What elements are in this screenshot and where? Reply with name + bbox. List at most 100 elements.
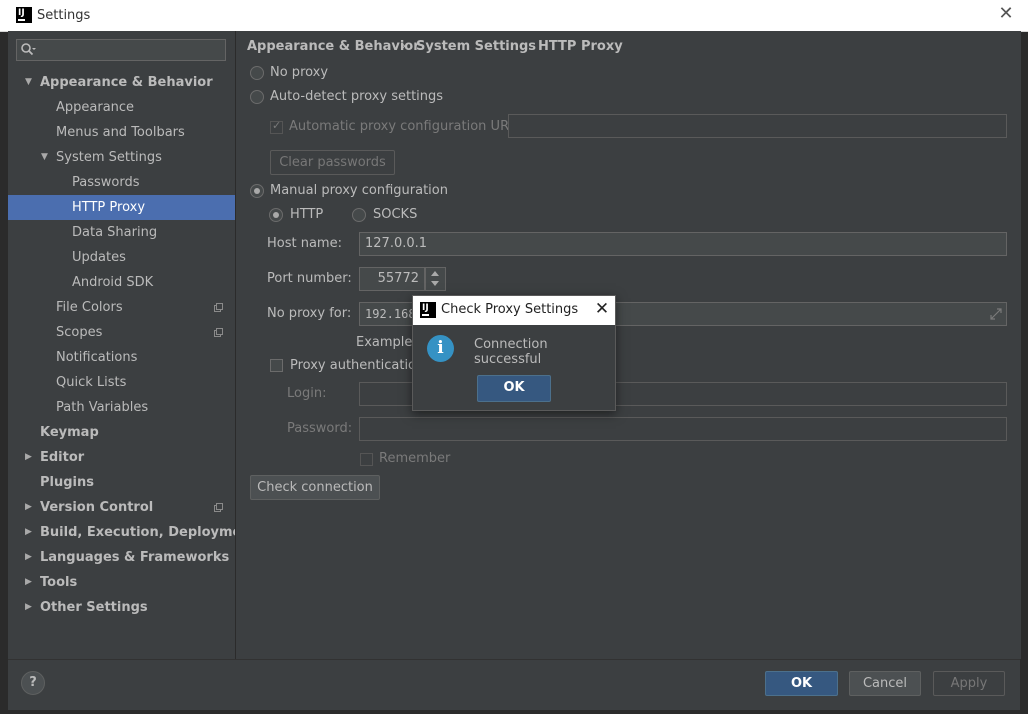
settings-content-panel: Appearance & Behavior › System Settings …: [235, 31, 1021, 659]
sidebar-item-quick-lists[interactable]: Quick Lists: [8, 370, 235, 395]
apply-button[interactable]: Apply: [933, 671, 1005, 696]
breadcrumb-appearance[interactable]: Appearance & Behavior: [247, 39, 420, 54]
sidebar-item-path-variables[interactable]: Path Variables: [8, 395, 235, 420]
http-label: HTTP: [290, 207, 324, 222]
sidebar-item-updates[interactable]: Updates: [8, 245, 235, 270]
project-level-icon: [214, 303, 223, 312]
sidebar-item-passwords[interactable]: Passwords: [8, 170, 235, 195]
sidebar-item-label: File Colors: [56, 300, 123, 315]
sidebar-item-notifications[interactable]: Notifications: [8, 345, 235, 370]
manual-proxy-radio[interactable]: [250, 184, 264, 198]
auto-proxy-url-field[interactable]: [508, 114, 1007, 138]
breadcrumb-separator: ›: [401, 39, 407, 54]
sidebar-item-label: Menus and Toolbars: [56, 125, 185, 140]
password-field[interactable]: [359, 417, 1007, 441]
breadcrumb-http-proxy: HTTP Proxy: [538, 39, 623, 54]
sidebar-item-label: Quick Lists: [56, 375, 127, 390]
auto-detect-radio[interactable]: [250, 90, 264, 104]
socks-radio[interactable]: [352, 208, 366, 222]
socks-label: SOCKS: [373, 207, 418, 222]
clear-passwords-button[interactable]: Clear passwords: [270, 150, 395, 175]
sidebar-item-scopes[interactable]: Scopes: [8, 320, 235, 345]
no-proxy-for-label: No proxy for:: [267, 306, 352, 321]
sidebar-item-label: Scopes: [56, 325, 103, 340]
chevron-down-icon[interactable]: ▼: [41, 145, 48, 170]
dialog-titlebar: IJ Check Proxy Settings ✕: [413, 296, 615, 325]
window-titlebar: IJ Settings ✕: [0, 0, 1028, 32]
port-number-field[interactable]: 55772: [359, 267, 425, 291]
sidebar-item-editor[interactable]: ▶ Editor: [8, 445, 235, 470]
dialog-ok-button[interactable]: OK: [477, 375, 551, 402]
sidebar-item-label: Editor: [40, 450, 85, 465]
sidebar-item-plugins[interactable]: Plugins: [8, 470, 235, 495]
sidebar-item-label: HTTP Proxy: [72, 200, 146, 215]
http-radio[interactable]: [269, 208, 283, 222]
spinner-down-icon[interactable]: [431, 281, 439, 286]
chevron-right-icon[interactable]: ▶: [25, 445, 32, 470]
chevron-right-icon[interactable]: ▶: [25, 495, 32, 520]
chevron-right-icon[interactable]: ▶: [25, 545, 32, 570]
search-icon: [21, 43, 36, 56]
breadcrumb-system-settings[interactable]: System Settings: [416, 39, 536, 54]
chevron-right-icon[interactable]: ▶: [25, 595, 32, 620]
spinner-up-icon[interactable]: [431, 271, 439, 276]
proxy-auth-checkbox[interactable]: [270, 359, 283, 372]
check-connection-button[interactable]: Check connection: [250, 475, 380, 500]
settings-search-input[interactable]: [16, 39, 226, 61]
intellij-logo-icon: IJ: [420, 302, 436, 318]
sidebar-item-label: Keymap: [40, 425, 99, 440]
sidebar-item-label: Passwords: [72, 175, 140, 190]
sidebar-item-tools[interactable]: ▶ Tools: [8, 570, 235, 595]
sidebar-item-android-sdk[interactable]: Android SDK: [8, 270, 235, 295]
sidebar-item-version-control[interactable]: ▶ Version Control: [8, 495, 235, 520]
window-close-icon[interactable]: ✕: [998, 5, 1014, 23]
proxy-auth-label: Proxy authentication: [290, 358, 425, 373]
sidebar-item-menus-and-toolbars[interactable]: Menus and Toolbars: [8, 120, 235, 145]
expand-icon[interactable]: [989, 307, 1003, 321]
sidebar-item-keymap[interactable]: Keymap: [8, 420, 235, 445]
auto-proxy-url-checkbox[interactable]: [270, 119, 283, 134]
dialog-close-icon[interactable]: ✕: [594, 300, 610, 318]
intellij-logo-icon: IJ: [16, 7, 32, 23]
background-left-strip: [0, 31, 8, 714]
check-proxy-dialog: IJ Check Proxy Settings ✕ i Connection s…: [412, 295, 616, 411]
background-right-strip: [1020, 31, 1028, 714]
remember-label: Remember: [379, 451, 451, 466]
sidebar-item-system-settings[interactable]: ▼ System Settings: [8, 145, 235, 170]
sidebar-item-label: Version Control: [40, 500, 154, 515]
auto-detect-label: Auto-detect proxy settings: [270, 89, 444, 104]
ok-button[interactable]: OK: [765, 671, 838, 696]
help-button[interactable]: ?: [21, 671, 45, 695]
sidebar-item-other-settings[interactable]: ▶ Other Settings: [8, 595, 235, 620]
no-proxy-label: No proxy: [270, 65, 329, 80]
sidebar-item-label: Appearance: [56, 100, 135, 115]
sidebar-item-label: Path Variables: [56, 400, 149, 415]
remember-checkbox[interactable]: [360, 453, 373, 466]
sidebar-item-data-sharing[interactable]: Data Sharing: [8, 220, 235, 245]
no-proxy-radio[interactable]: [250, 66, 264, 80]
sidebar-item-build-execution-deployment[interactable]: ▶ Build, Execution, Deployment: [8, 520, 257, 545]
settings-sidebar: ▼ Appearance & Behavior Appearance Menus an…: [8, 31, 257, 659]
sidebar-item-languages-frameworks[interactable]: ▶ Languages & Frameworks: [8, 545, 235, 570]
sidebar-item-appearance-behavior[interactable]: ▼ Appearance & Behavior: [8, 70, 235, 95]
sidebar-item-label: Other Settings: [40, 600, 148, 615]
sidebar-item-appearance[interactable]: Appearance: [8, 95, 235, 120]
cancel-button[interactable]: Cancel: [849, 671, 921, 696]
sidebar-item-file-colors[interactable]: File Colors: [8, 295, 235, 320]
chevron-right-icon[interactable]: ▶: [25, 570, 32, 595]
dialog-message: Connection successful: [474, 337, 548, 367]
sidebar-item-label: Appearance & Behavior: [40, 75, 213, 90]
host-name-field[interactable]: 127.0.0.1: [359, 232, 1007, 256]
chevron-down-icon[interactable]: ▼: [25, 70, 32, 95]
sidebar-item-label: Updates: [72, 250, 126, 265]
sidebar-item-label: Plugins: [40, 475, 94, 490]
sidebar-item-http-proxy[interactable]: HTTP Proxy: [8, 195, 235, 220]
chevron-right-icon[interactable]: ▶: [25, 520, 32, 545]
sidebar-item-label: Build, Execution, Deployment: [40, 525, 257, 540]
sidebar-item-label: Tools: [40, 575, 78, 590]
port-spinner[interactable]: [425, 267, 446, 291]
example-label: Example:: [356, 335, 417, 350]
window-title: Settings: [37, 8, 91, 23]
sidebar-item-label: System Settings: [56, 150, 162, 165]
breadcrumb-separator: ›: [523, 39, 529, 54]
